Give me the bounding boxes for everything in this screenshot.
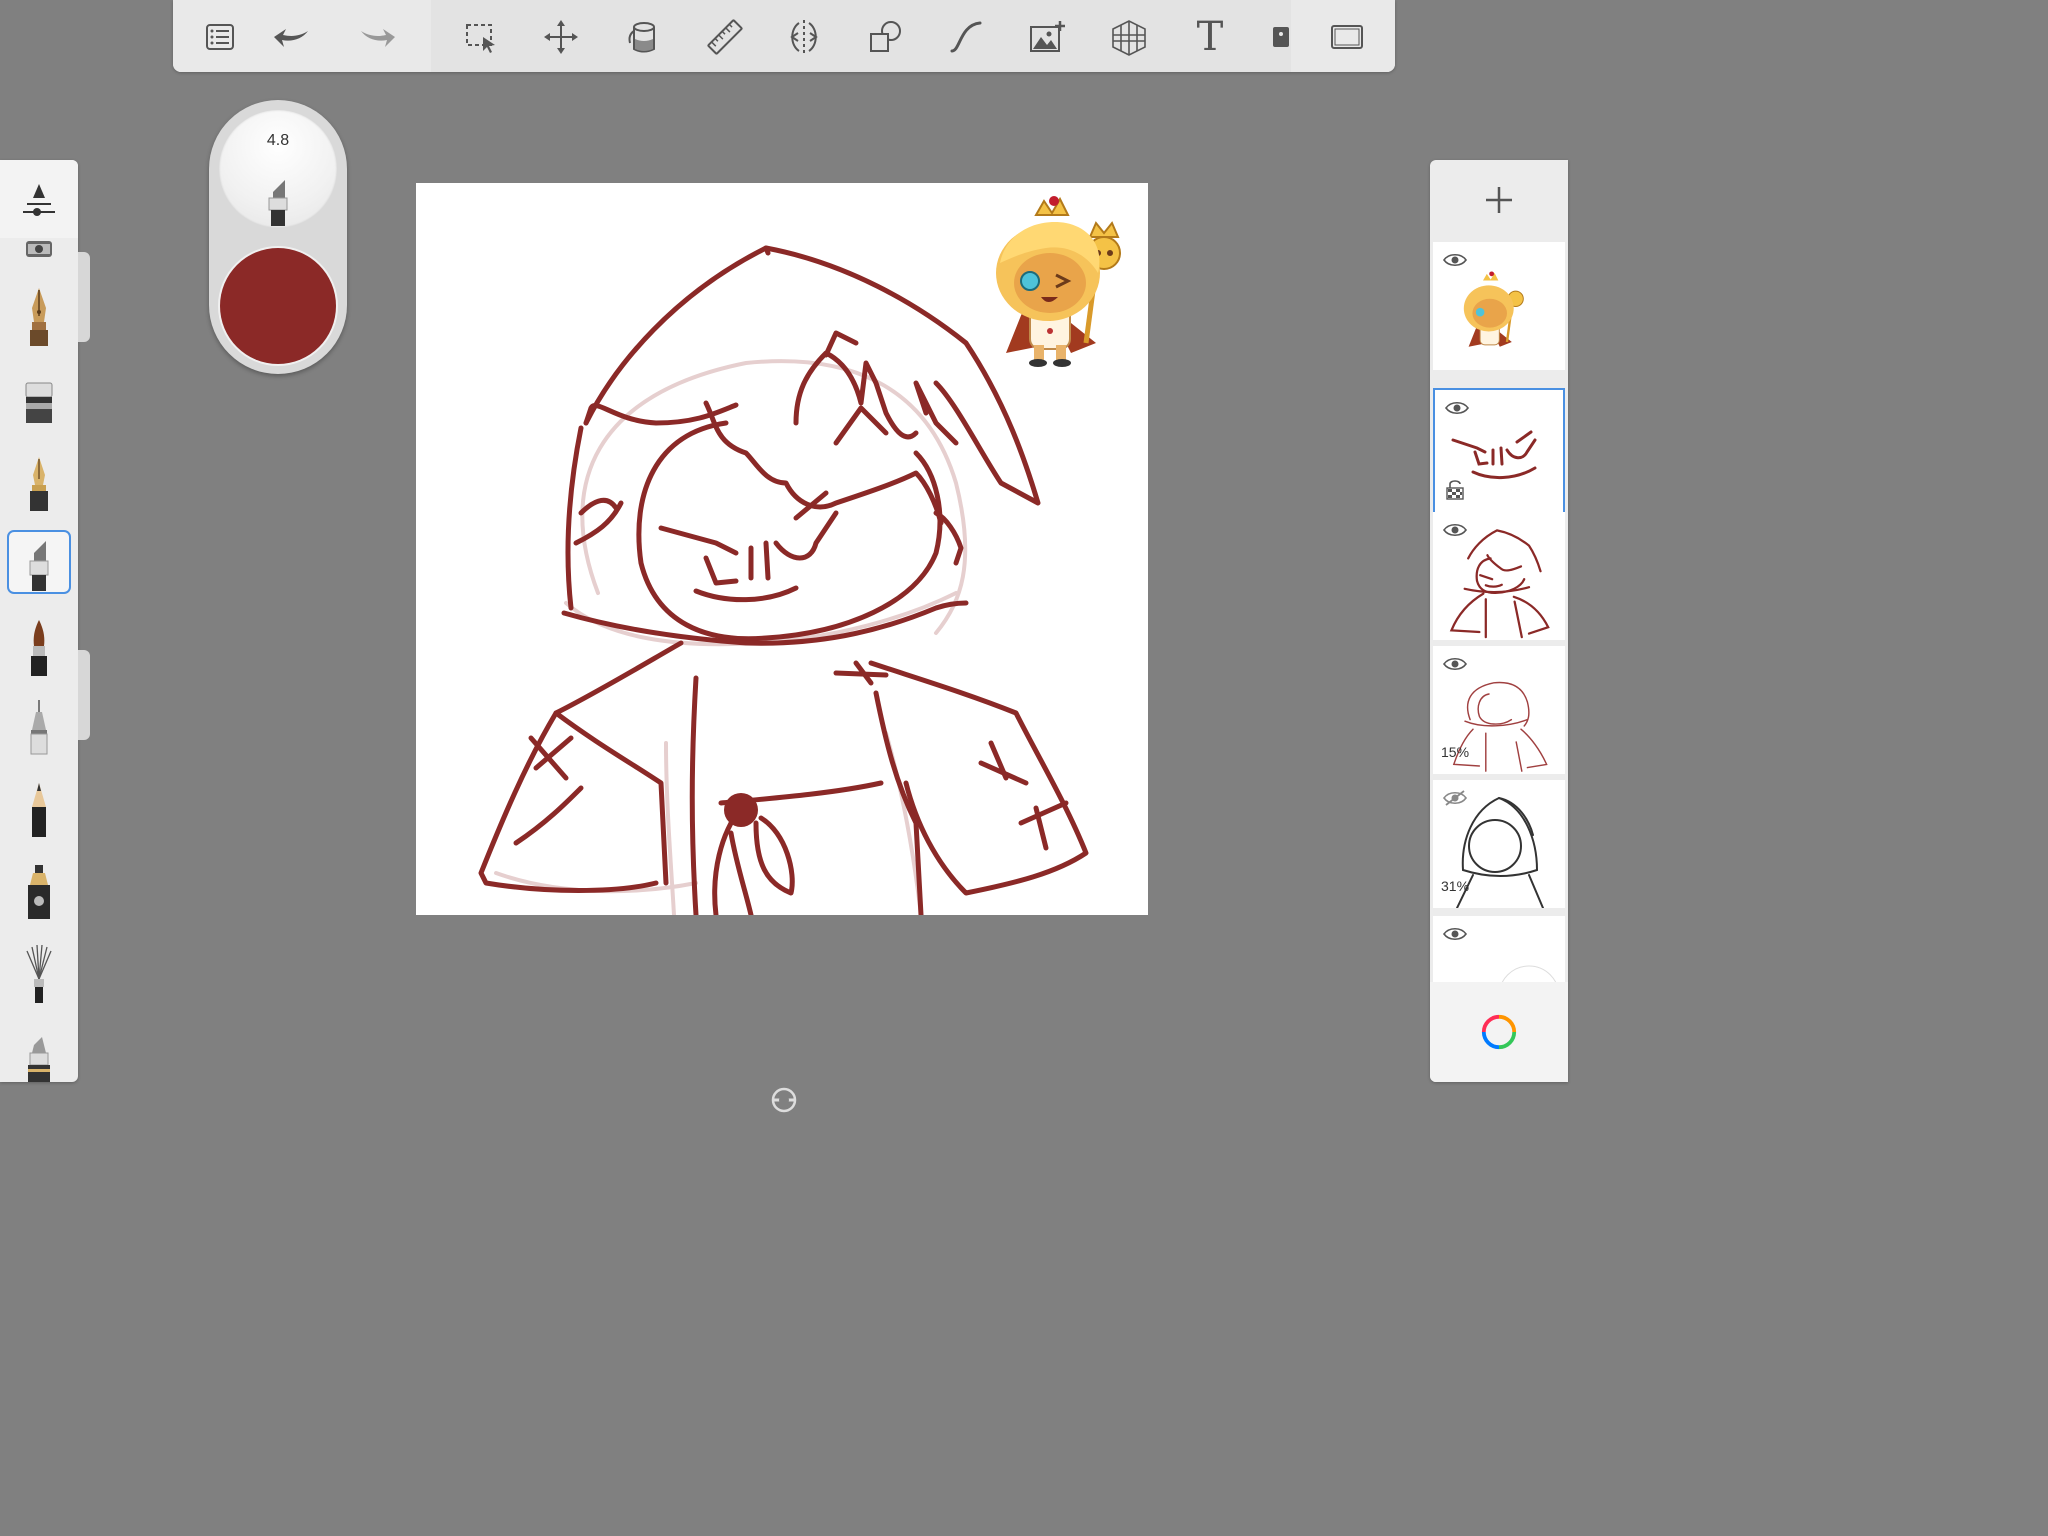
transparency-lock-icon[interactable] [1446, 478, 1464, 500]
lineart-strokes [478, 245, 1089, 915]
selection-icon[interactable] [458, 14, 504, 60]
flip-canvas-icon[interactable] [1258, 14, 1304, 60]
perspective-grid-icon[interactable] [1106, 14, 1152, 60]
color-wheel-icon[interactable] [1480, 1013, 1518, 1051]
eye-hidden-icon[interactable] [1443, 790, 1467, 806]
symmetry-icon[interactable] [781, 14, 827, 60]
layer-opacity: 31% [1441, 878, 1470, 894]
smudge-icon[interactable] [7, 1024, 71, 1082]
technical-pen-icon[interactable] [7, 695, 71, 759]
brush-puck[interactable]: 4.8 [209, 100, 347, 374]
eye-icon[interactable] [1443, 522, 1467, 538]
fountain-pen-icon[interactable] [7, 285, 71, 349]
brush-size-control[interactable]: 4.8 [219, 110, 337, 228]
eraser-icon[interactable] [7, 370, 71, 434]
layers-panel: 15% 31% [1430, 160, 1568, 1082]
ink-pen-icon[interactable] [7, 450, 71, 514]
felt-marker-icon[interactable] [7, 860, 71, 924]
layer-face[interactable] [1433, 388, 1565, 516]
menu-list-icon[interactable] [197, 14, 243, 60]
layer-opacity: 15% [1441, 744, 1470, 760]
undo-icon[interactable] [269, 14, 315, 60]
shapes-icon[interactable] [862, 14, 908, 60]
paintbrush-icon[interactable] [7, 615, 71, 679]
pencil-icon[interactable] [7, 778, 71, 842]
drawing-canvas[interactable] [416, 183, 1148, 915]
brush-scroll-handle-secondary[interactable] [78, 650, 90, 740]
layer-background[interactable] [1433, 916, 1565, 982]
eye-icon[interactable] [1445, 400, 1469, 416]
current-brush-icon [268, 180, 288, 226]
layer-lineart[interactable] [1433, 512, 1565, 640]
artwork [478, 196, 1121, 915]
fullscreen-icon[interactable] [1324, 14, 1370, 60]
layer-sketch[interactable]: 15% [1433, 646, 1565, 774]
brush-color-swatch[interactable] [220, 248, 336, 364]
brush-properties-icon[interactable] [19, 178, 59, 218]
bow-knot [724, 793, 758, 827]
eye-icon[interactable] [1443, 252, 1467, 268]
stroke-curve-icon[interactable] [943, 14, 989, 60]
eye-icon[interactable] [1443, 656, 1467, 672]
plus-icon [1486, 187, 1512, 213]
layers-footer [1430, 982, 1568, 1082]
brush-library-panel [0, 160, 78, 1082]
layer-reference[interactable] [1433, 242, 1565, 370]
add-image-icon[interactable] [1024, 14, 1070, 60]
fan-brush-icon[interactable] [7, 942, 71, 1006]
brush-size-value: 4.8 [266, 132, 290, 149]
fill-bucket-icon[interactable] [619, 14, 665, 60]
redo-icon[interactable] [354, 14, 400, 60]
text-tool-glyph: T [1196, 14, 1224, 60]
add-layer-button[interactable] [1430, 160, 1568, 240]
reference-character [996, 196, 1121, 367]
layer-rough[interactable]: 31% [1433, 780, 1565, 908]
chisel-marker-icon[interactable] [7, 530, 71, 594]
canvas-reset-handle[interactable] [770, 1086, 798, 1114]
top-toolbar: T [173, 0, 1395, 72]
ruler-icon[interactable] [702, 14, 748, 60]
eye-icon[interactable] [1443, 926, 1467, 942]
transform-icon[interactable] [538, 14, 584, 60]
brush-scroll-handle[interactable] [78, 252, 90, 342]
text-tool-icon[interactable]: T [1187, 14, 1233, 60]
